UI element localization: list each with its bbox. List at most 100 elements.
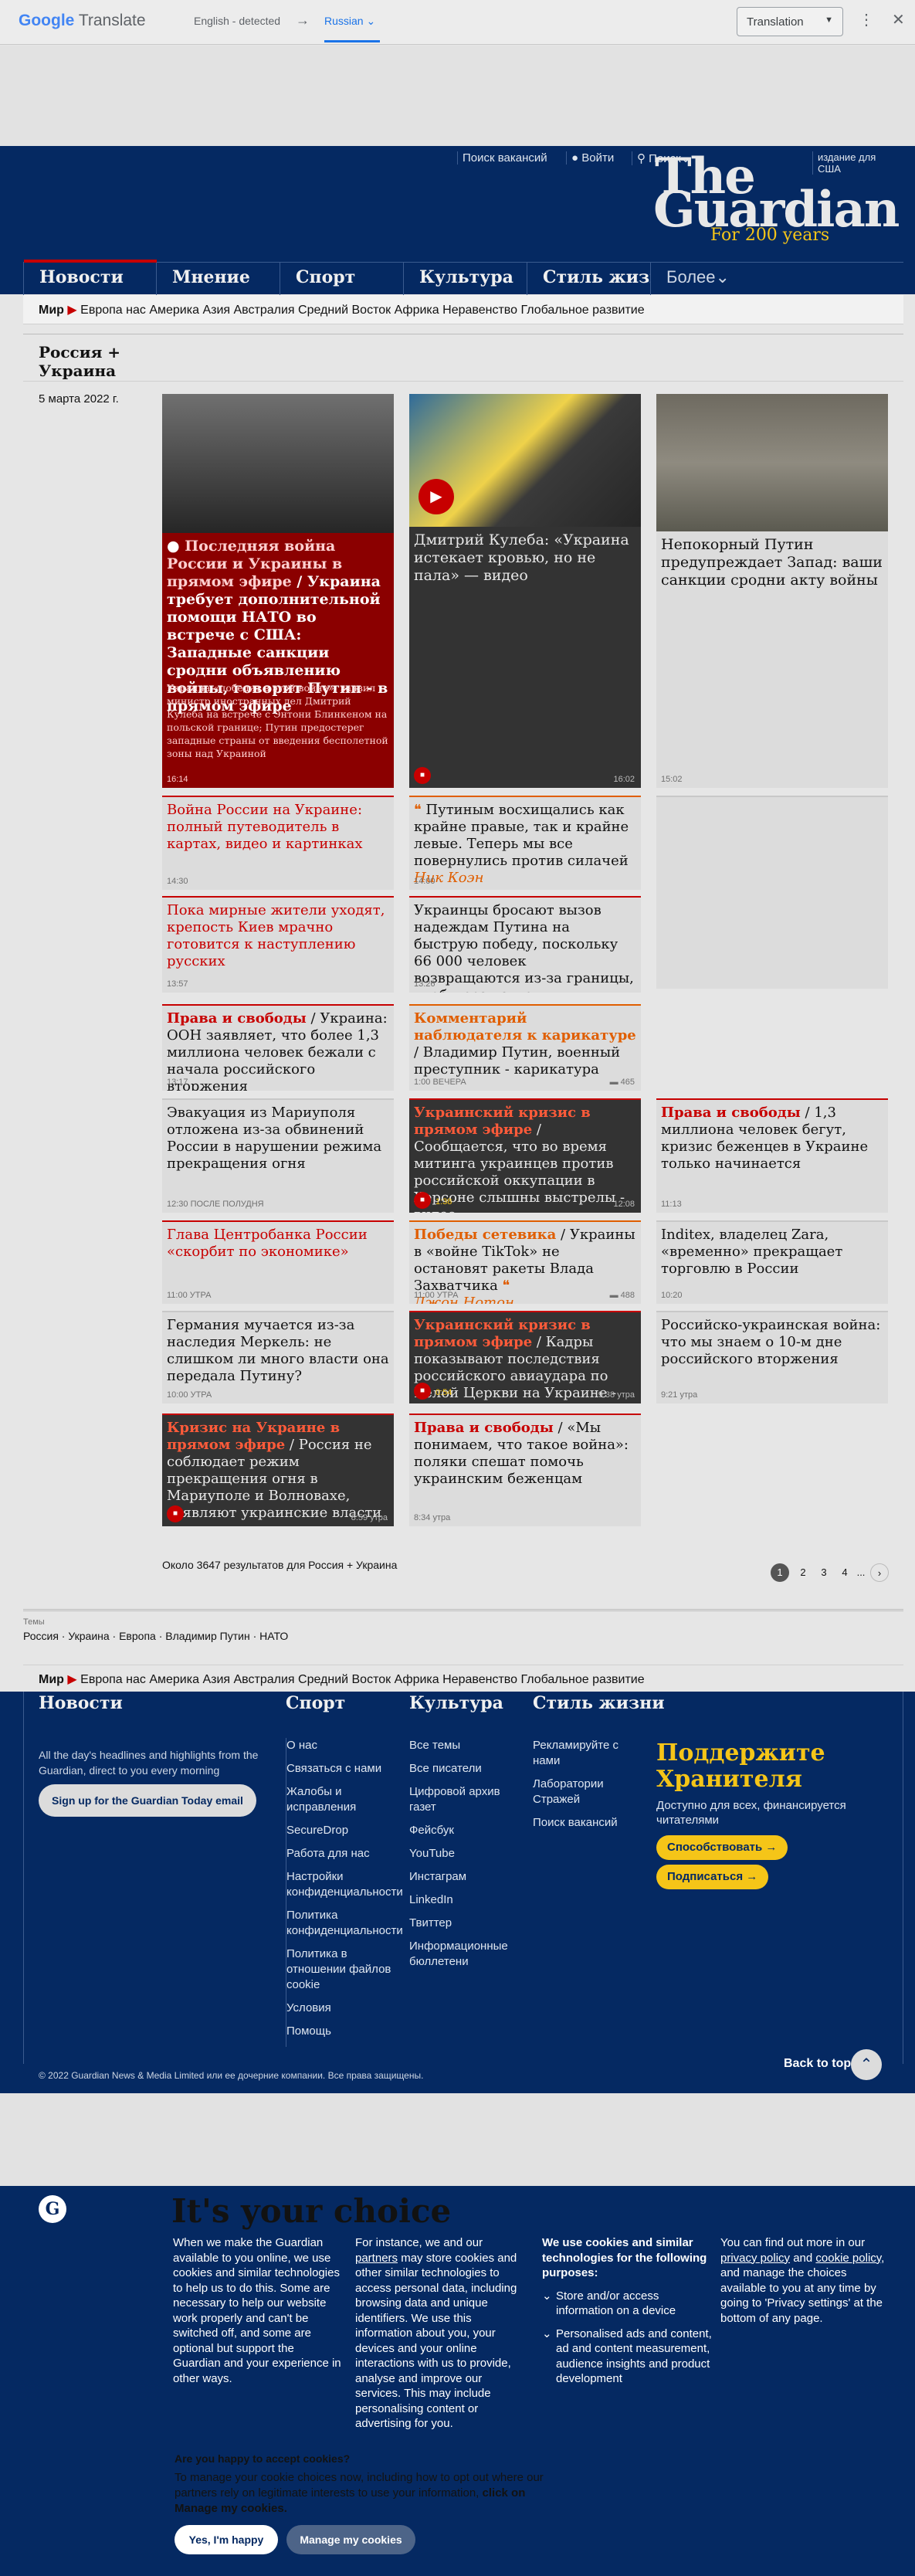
pillar-news[interactable]: Новости <box>23 260 157 295</box>
sign-in-link[interactable]: ● Войти <box>566 151 614 165</box>
footer-pillar-sport[interactable]: Спорт <box>286 1693 345 1713</box>
footer-link[interactable]: Лаборатории Стражей <box>533 1777 649 1807</box>
footer-pillar-lifestyle[interactable]: Стиль жизни <box>533 1693 665 1713</box>
accept-cookies-button[interactable]: Yes, I'm happy <box>175 2525 278 2554</box>
more-options-icon[interactable]: ⋮ <box>859 10 874 29</box>
footer-link[interactable]: YouTube <box>409 1846 525 1862</box>
pillar-culture[interactable]: Культура <box>403 263 527 295</box>
google-translate-logo[interactable]: Google Translate <box>19 12 146 30</box>
footer-link[interactable]: SecureDrop <box>286 1823 402 1838</box>
subnav-item[interactable]: Америка <box>149 1673 199 1686</box>
card-story[interactable]: Эвакуация из Мариуполя отложена из-за об… <box>162 1098 394 1213</box>
footer-link[interactable]: Жалобы и исправления <box>286 1784 402 1815</box>
footer-link[interactable]: Помощь <box>286 2024 402 2039</box>
footer-link[interactable]: Настройки конфиденциальности <box>286 1869 403 1900</box>
pillar-sport[interactable]: Спорт <box>280 263 403 295</box>
card-live-lead[interactable]: ● Последняя война России и Украины в пря… <box>162 394 394 788</box>
card-story[interactable]: Война России на Украине: полный путеводи… <box>162 796 394 890</box>
edition-picker[interactable]: издание для США <box>812 151 897 175</box>
topic-tags[interactable]: Россия · Украина · Европа · Владимир Пут… <box>23 1630 903 1642</box>
subnav-item[interactable]: Европа <box>80 1673 123 1686</box>
contribute-button[interactable]: Способствовать → <box>656 1835 788 1860</box>
card-cartoon[interactable]: Комментарий наблюдателя к карикатуре / В… <box>409 1004 641 1091</box>
footer-link[interactable]: Работа для нас <box>286 1846 402 1862</box>
footer-link[interactable]: Цифровой архив газет <box>409 1784 525 1815</box>
card-story[interactable]: Права и свободы / Украина: ООН заявляет,… <box>162 1004 394 1091</box>
card-story[interactable]: Inditex, владелец Zara, «временно» прекр… <box>656 1220 888 1304</box>
comment-count[interactable]: ▬ 465 <box>610 1078 635 1087</box>
page-3[interactable]: 3 <box>815 1563 833 1582</box>
comment-count[interactable]: ▬ 488 <box>610 1291 635 1300</box>
pillar-more[interactable]: Более⌄ <box>650 263 774 295</box>
purpose-item[interactable]: ⌄ Store and/or access information on a de… <box>542 2289 712 2319</box>
subnav-item[interactable]: Средний Восток <box>298 1673 391 1686</box>
page-2[interactable]: 2 <box>794 1563 812 1582</box>
subnav-item[interactable]: Австралия <box>234 304 295 317</box>
subnav-item[interactable]: Австралия <box>234 1673 295 1686</box>
purpose-item[interactable]: ⌄ Personalised ads and content, ad and co… <box>542 2327 712 2387</box>
card-video[interactable]: ▶ Дмитрий Кулеба: «Украина истекает кров… <box>409 394 641 788</box>
footer-link[interactable]: Фейсбук <box>409 1823 525 1838</box>
newsletter-signup-button[interactable]: Sign up for the Guardian Today email <box>39 1784 256 1817</box>
source-language[interactable]: English - detected <box>194 15 280 27</box>
subnav-item[interactable]: Глобальное развитие <box>520 1673 644 1686</box>
cookie-policy-link[interactable]: cookie policy <box>815 2252 881 2265</box>
close-icon[interactable]: ✕ <box>892 10 905 29</box>
footer-link[interactable]: Политика конфиденциальности <box>286 1908 403 1939</box>
footer-link[interactable]: Все темы <box>409 1738 525 1753</box>
footer-link[interactable]: Информационные бюллетени <box>409 1939 525 1970</box>
subnav-item[interactable]: Неравенство <box>442 1673 517 1686</box>
translation-mode-select[interactable]: Translation ▼ <box>737 7 843 36</box>
manage-cookies-button[interactable]: Manage my cookies <box>286 2525 415 2554</box>
play-icon[interactable]: ▶ <box>419 479 454 514</box>
card-story[interactable]: Права и свободы / «Мы понимаем, что тако… <box>409 1414 641 1526</box>
jobs-link[interactable]: Поиск вакансий <box>457 151 547 165</box>
next-page-button[interactable]: › <box>870 1563 889 1582</box>
footer-link[interactable]: Рекламируйте с нами <box>533 1738 649 1769</box>
footer-pillar-culture[interactable]: Культура <box>409 1693 503 1713</box>
subnav-item[interactable]: Африка <box>395 1673 439 1686</box>
subnav-item[interactable]: Азия <box>202 1673 230 1686</box>
subnav-item[interactable]: Европа <box>80 304 123 317</box>
card-story[interactable]: Глава Центробанка России «скорбит по эко… <box>162 1220 394 1304</box>
pillar-lifestyle[interactable]: Стиль жизни <box>527 263 650 295</box>
page-1[interactable]: 1 <box>771 1563 789 1582</box>
card-story[interactable]: Германия мучается из-за наследия Меркель… <box>162 1311 394 1403</box>
card-video[interactable]: Украинский кризис в прямом эфире / Кадры… <box>409 1311 641 1403</box>
footer-link[interactable]: Твиттер <box>409 1916 525 1931</box>
card-story[interactable]: Непокорный Путин предупреждает Запад: ва… <box>656 394 888 788</box>
subnav-item[interactable]: Неравенство <box>442 304 517 317</box>
footer-link[interactable]: О нас <box>286 1738 402 1753</box>
target-language-select[interactable]: Russian ⌄ <box>324 15 375 28</box>
footer-link[interactable]: Инстаграм <box>409 1869 525 1885</box>
subnav-item[interactable]: нас <box>126 1673 146 1686</box>
card-story[interactable]: Украинцы бросают вызов надеждам Путина н… <box>409 896 641 993</box>
card-comment[interactable]: ❝ Путиным восхищались как крайне правые,… <box>409 796 641 890</box>
partners-link[interactable]: partners <box>355 2252 398 2265</box>
footer-link[interactable]: Поиск вакансий <box>533 1815 649 1831</box>
subnav-item[interactable]: Африка <box>395 304 439 317</box>
footer-link[interactable]: LinkedIn <box>409 1892 525 1908</box>
subnav-current[interactable]: Мир <box>39 1673 64 1686</box>
subnav-item[interactable]: Америка <box>149 304 199 317</box>
footer-link[interactable]: Связаться с нами <box>286 1761 402 1777</box>
subnav-item[interactable]: Глобальное развитие <box>520 304 644 317</box>
chevron-up-icon[interactable]: ⌃ <box>851 2049 882 2080</box>
subnav-current[interactable]: Мир <box>39 304 64 317</box>
card-comment[interactable]: Победы сетевика / Украины в «войне TikTo… <box>409 1220 641 1304</box>
card-video[interactable]: Кризис на Украине в прямом эфире / Росси… <box>162 1414 394 1526</box>
card-video[interactable]: Украинский кризис в прямом эфире / Сообщ… <box>409 1098 641 1213</box>
card-story[interactable]: Права и свободы / 1,3 миллиона человек б… <box>656 1098 888 1213</box>
privacy-policy-link[interactable]: privacy policy <box>720 2252 790 2265</box>
card-story[interactable]: Пока мирные жители уходят, крепость Киев… <box>162 896 394 993</box>
subscribe-button[interactable]: Подписаться → <box>656 1865 769 1889</box>
footer-link[interactable]: Условия <box>286 2001 402 2016</box>
footer-link[interactable]: Все писатели <box>409 1761 525 1777</box>
subnav-item[interactable]: Средний Восток <box>298 304 391 317</box>
subnav-item[interactable]: Азия <box>202 304 230 317</box>
footer-pillar-news[interactable]: Новости <box>39 1693 123 1713</box>
footer-link[interactable]: Политика в отношении файлов cookie <box>286 1946 402 1993</box>
card-story[interactable]: Российско-украинская война: что мы знаем… <box>656 1311 888 1403</box>
subnav-item[interactable]: нас <box>126 304 146 317</box>
pillar-opinion[interactable]: Мнение <box>156 263 280 295</box>
